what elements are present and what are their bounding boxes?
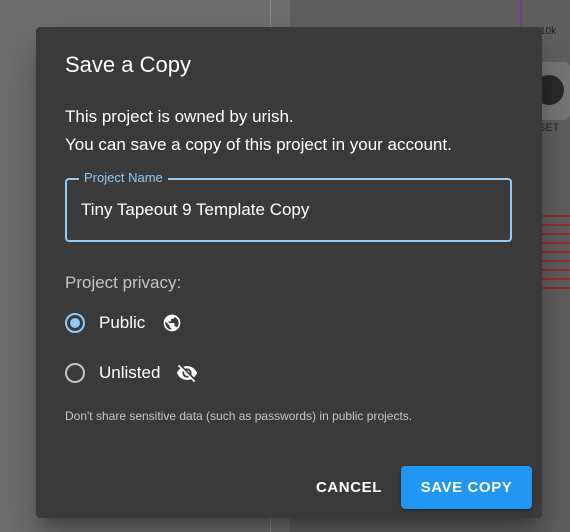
- privacy-option-public[interactable]: Public: [65, 308, 183, 338]
- save-copy-dialog: Save a Copy This project is owned by uri…: [36, 27, 542, 518]
- cancel-button[interactable]: CANCEL: [306, 466, 392, 508]
- save-copy-button[interactable]: SAVE COPY: [401, 466, 532, 509]
- project-name-field[interactable]: Project Name: [65, 170, 512, 242]
- globe-icon: [161, 312, 183, 334]
- public-label: Public: [99, 313, 146, 332]
- eye-off-icon: [176, 362, 198, 384]
- copy-message: You can save a copy of this project in y…: [65, 135, 452, 154]
- dialog-title: Save a Copy: [65, 52, 191, 77]
- public-radio[interactable]: [65, 313, 85, 333]
- privacy-option-unlisted[interactable]: Unlisted: [65, 358, 198, 388]
- unlisted-radio[interactable]: [65, 363, 85, 383]
- project-name-label: Project Name: [79, 170, 168, 185]
- resistor-label: 10k: [540, 26, 557, 37]
- privacy-hint: Don't share sensitive data (such as pass…: [65, 409, 413, 423]
- unlisted-label: Unlisted: [99, 363, 161, 382]
- privacy-label: Project privacy:: [65, 273, 182, 292]
- project-name-input[interactable]: [81, 196, 491, 224]
- owner-message: This project is owned by urish.: [65, 107, 294, 126]
